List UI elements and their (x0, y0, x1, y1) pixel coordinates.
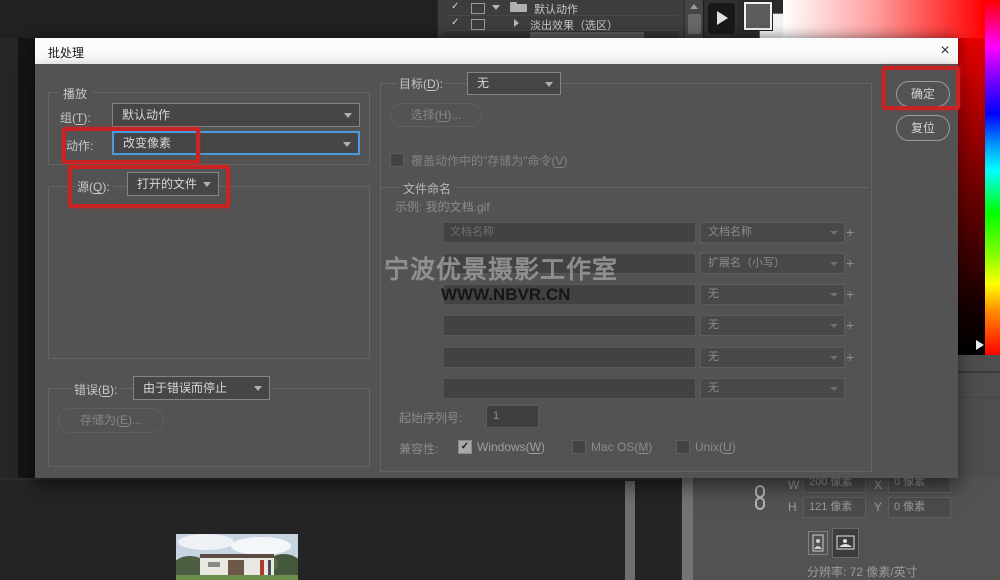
right-panel-band (958, 355, 1000, 478)
compatibility-label: 兼容性: (399, 440, 438, 457)
expand-caret-icon[interactable] (492, 5, 500, 10)
document-canvas (0, 478, 683, 580)
naming-input-6[interactable] (443, 378, 696, 399)
actions-scrollbar[interactable] (684, 0, 704, 38)
windows-label: Windows(W) (477, 440, 545, 454)
height-field[interactable]: 121 像素 (803, 497, 866, 518)
y-label: Y (874, 500, 882, 514)
close-icon[interactable]: × (935, 41, 955, 61)
panel-divider (958, 371, 1000, 373)
portrait-orientation-button[interactable] (808, 531, 828, 555)
action-enabled-check-icon[interactable]: ✓ (451, 17, 459, 28)
hue-slider-marker[interactable] (976, 340, 984, 350)
choose-button[interactable]: 选择(H)... (390, 103, 482, 127)
add-row-icon[interactable]: + (846, 224, 854, 240)
play-icon (717, 11, 728, 25)
naming-format-1[interactable]: 文档名称 (700, 222, 845, 243)
error-label: 错误(B): (72, 381, 119, 398)
actions-toolbar (703, 0, 738, 38)
canvas-vertical-scrollbar[interactable] (625, 481, 635, 580)
dialog-title: 批处理 (48, 44, 84, 61)
add-row-icon[interactable]: + (846, 317, 854, 333)
naming-input-5[interactable] (443, 347, 696, 368)
naming-example: 示例: 我的文档.gif (395, 198, 490, 215)
source-groupbox (48, 186, 370, 359)
annotation-action-highlight (62, 127, 200, 164)
photoshop-workspace: ✓ 默认动作 ✓ 淡出效果（选区） (0, 0, 1000, 580)
resolution-readout: 分辨率: 72 像素/英寸 (807, 563, 918, 580)
naming-format-4[interactable]: 无 (700, 315, 845, 336)
scroll-up-arrow-icon[interactable] (690, 4, 698, 9)
dialog-toggle-icon[interactable] (471, 19, 485, 30)
set-dropdown[interactable]: 默认动作 (112, 103, 360, 127)
actions-panel: ✓ 默认动作 ✓ 淡出效果（选区） (437, 0, 704, 38)
serial-number-field[interactable]: 1 (486, 405, 539, 428)
unix-label: Unix(U) (695, 440, 736, 454)
panel-vertical-scrollbar[interactable] (681, 478, 693, 580)
naming-format-2[interactable]: 扩展名（小写） (700, 253, 845, 274)
dialog-toggle-icon[interactable] (471, 3, 485, 14)
naming-input-1[interactable]: 文档名称 (443, 222, 696, 243)
height-label: H (788, 500, 797, 514)
unix-checkbox[interactable] (676, 440, 690, 454)
color-swatches (737, 0, 783, 38)
save-as-button[interactable]: 存储为(E)... (58, 408, 164, 433)
partial-action-row (444, 31, 678, 38)
naming-format-6[interactable]: 无 (700, 378, 845, 399)
x-label: X (874, 478, 882, 492)
windows-checkbox[interactable]: ✓ (458, 440, 472, 454)
transform-properties-panel: W 200 像素 X 0 像素 H 121 像素 Y 0 像素 分辨率: 72 … (692, 478, 1000, 580)
naming-input-4[interactable] (443, 315, 696, 336)
link-dimensions-icon[interactable] (752, 485, 768, 511)
add-row-icon[interactable]: + (846, 255, 854, 271)
error-dropdown[interactable]: 由于错误而停止 (133, 376, 270, 400)
play-legend: 播放 (58, 85, 92, 102)
foreground-color-swatch[interactable] (744, 2, 772, 30)
panel-divider (958, 397, 1000, 398)
left-edge-strip-dark (18, 38, 35, 480)
action-set-folder-icon (510, 4, 527, 12)
destination-dropdown[interactable]: 无 (467, 72, 561, 95)
set-label: 组(T): (58, 109, 93, 126)
serial-number-label: 起始序列号: (399, 409, 462, 426)
override-save-as-checkbox[interactable] (390, 153, 404, 167)
collapsed-caret-icon[interactable] (514, 19, 519, 27)
add-row-icon[interactable]: + (846, 349, 854, 365)
reset-button[interactable]: 复位 (896, 115, 950, 141)
add-row-icon[interactable]: + (846, 286, 854, 302)
watermark-url: WWW.NBVR.CN (441, 285, 570, 305)
annotation-ok-highlight (882, 66, 960, 110)
batch-dialog-titlebar[interactable]: 批处理 × (35, 38, 958, 64)
override-save-as-label: 覆盖动作中的"存储为"命令(V) (409, 152, 570, 169)
y-field[interactable]: 0 像素 (888, 497, 951, 518)
house-photo-thumbnail[interactable] (176, 534, 298, 580)
macos-checkbox[interactable] (572, 440, 586, 454)
action-enabled-check-icon[interactable]: ✓ (451, 1, 459, 12)
hue-slider-strip[interactable] (985, 0, 1000, 355)
file-naming-legend: 文件命名 (398, 180, 456, 197)
naming-format-3[interactable]: 无 (700, 284, 845, 305)
landscape-orientation-button[interactable] (832, 528, 859, 558)
color-picker-gradient-edge[interactable] (958, 38, 985, 355)
action-row-default-actions[interactable]: ✓ 默认动作 (444, 0, 678, 16)
width-label: W (788, 478, 799, 492)
action-row-fade-effect[interactable]: ✓ 淡出效果（选区） (444, 15, 678, 31)
scrollbar-thumb[interactable] (688, 14, 701, 34)
workspace-dark-area (0, 0, 437, 38)
naming-format-5[interactable]: 无 (700, 347, 845, 368)
destination-label: 目标(D): (397, 75, 445, 92)
annotation-source-highlight (68, 165, 230, 208)
left-edge-strip (0, 38, 18, 480)
play-action-button[interactable] (708, 3, 735, 34)
color-picker-saturation-gradient[interactable] (783, 0, 985, 38)
watermark-studio-name: 宁波优景摄影工作室 (384, 250, 618, 286)
macos-label: Mac OS(M) (591, 440, 652, 454)
